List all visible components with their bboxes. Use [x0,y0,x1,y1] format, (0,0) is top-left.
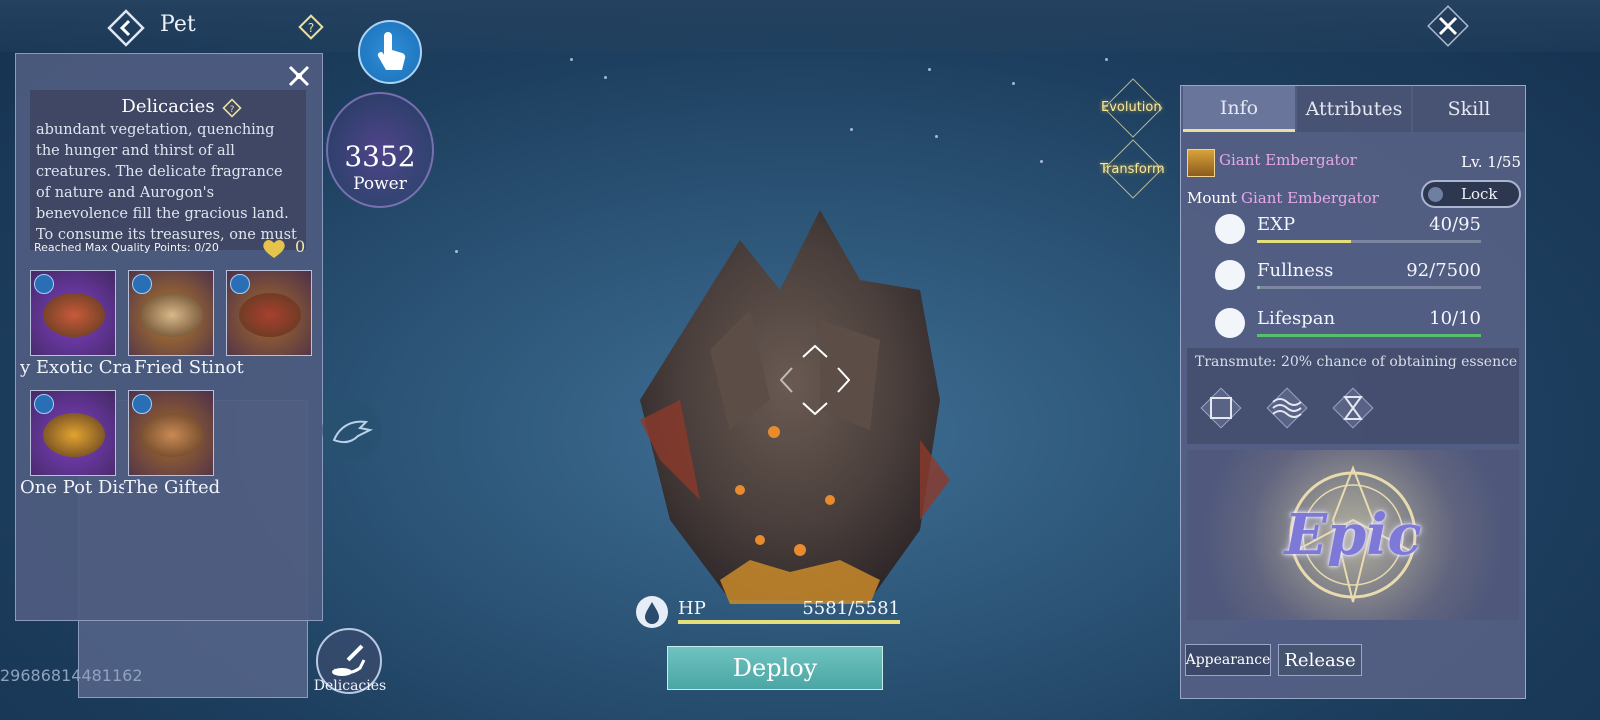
food-item-tile[interactable] [128,270,214,356]
evolution-label: Evolution [1101,100,1162,115]
appearance-button[interactable]: Appearance [1185,644,1271,676]
dish-image [141,413,203,457]
paw-badge-icon [230,274,250,294]
back-arrow-icon [107,9,145,47]
transform-label: Transform [1100,162,1165,177]
exp-icon [1215,214,1245,244]
svg-text:?: ? [308,21,314,35]
stat-name: Fullness [1257,260,1334,281]
food-item-tile[interactable] [128,390,214,476]
question-icon: ? [298,14,324,40]
top-bar [0,0,1600,52]
delicacies-title: Delicacies [121,96,215,117]
food-item-tile[interactable] [226,270,312,356]
rotate-arrows[interactable] [779,344,851,416]
help-button[interactable]: ? [298,14,324,40]
essence-square-icon[interactable] [1197,384,1245,432]
hp-drop-icon [636,596,668,628]
paw-badge-icon [132,274,152,294]
rarity-text: Epic [1284,502,1422,568]
mount-label: Mount [1187,189,1237,207]
svg-text:?: ? [230,105,235,115]
bird-icon[interactable] [322,400,382,460]
hp-value: 5581/5581 [802,598,900,619]
question-icon: ? [222,98,242,118]
description-box: Delicacies ? abundant vegetation, quench… [30,90,306,250]
deploy-button[interactable]: Deploy [667,646,883,690]
paw-badge-icon [132,394,152,414]
power-label: Power [353,174,407,194]
delicacies-panel: Delicacies ? abundant vegetation, quench… [15,53,323,621]
lock-toggle[interactable]: Lock [1421,180,1521,208]
transmute-text: Transmute: 20% chance of obtaining essen… [1195,354,1518,370]
fullness-icon [1215,260,1245,290]
heart-count: 0 [295,237,306,256]
pet-portrait-icon [1187,149,1215,177]
tab-skill[interactable]: Skill [1413,86,1525,132]
dish-image [141,293,203,337]
delicacies-description: abundant vegetation, quenching the hunge… [36,122,297,242]
lock-label: Lock [1461,185,1498,203]
hp-bar-fill [678,620,900,624]
essence-wave-icon[interactable] [1263,384,1311,432]
food-item-tile[interactable] [30,270,116,356]
stat-value: 40/95 [1429,214,1481,235]
close-icon [288,65,310,87]
lifespan-bar [1257,334,1481,337]
stat-value: 10/10 [1429,308,1481,329]
mount-name: Giant Embergator [1241,189,1379,207]
direction-arrows-icon [779,344,851,416]
transmute-box: Transmute: 20% chance of obtaining essen… [1187,348,1519,444]
toggle-knob [1428,187,1443,202]
stat-value: 92/7500 [1406,260,1481,281]
food-item-label: The Gifted [124,477,221,498]
account-id: 29686814481162 [0,666,143,685]
delicacies-close-button[interactable] [285,62,313,90]
stat-bar-fill [1257,334,1481,337]
dish-image [239,293,301,337]
tap-hand-icon [377,32,406,70]
back-button[interactable] [106,8,146,48]
stat-name: Lifespan [1257,308,1336,329]
food-item-label: One Pot Dis [20,477,124,498]
hp-label: HP [678,598,706,619]
hp-bar [678,620,900,624]
quality-points-text: Reached Max Quality Points: 0/20 [34,241,219,254]
power-value: 3352 [344,140,416,173]
release-button[interactable]: Release [1278,644,1362,676]
stat-name: EXP [1257,214,1296,235]
heart-icon [261,238,287,260]
close-button[interactable] [1420,4,1476,48]
essence-hourglass-icon[interactable] [1329,384,1377,432]
pet-info-panel: Info Attributes Skill Giant Embergator L… [1180,85,1526,699]
pet-level: Lv. 1/55 [1461,153,1521,171]
food-item-label: y Exotic Cra [20,357,132,378]
tab-attributes[interactable]: Attributes [1297,86,1411,132]
page-title: Pet [160,12,196,37]
dish-image [43,293,105,337]
stat-bar-fill [1257,240,1352,243]
delicacies-help-button[interactable]: ? [222,98,242,118]
fullness-bar [1257,286,1481,289]
stat-bar-fill [1257,286,1260,289]
lifespan-heart-icon [1215,308,1245,338]
delicacies-button-label: Delicacies [313,678,387,694]
food-item-label: Fried Stinot [134,357,244,378]
rarity-emblem: Epic [1187,450,1519,620]
tap-hint-button[interactable] [358,20,422,84]
food-item-tile[interactable] [30,390,116,476]
close-icon [1427,5,1469,47]
tab-info[interactable]: Info [1183,86,1295,132]
dish-image [43,413,105,457]
paw-badge-icon [34,394,54,414]
paw-badge-icon [34,274,54,294]
pet-name: Giant Embergator [1219,151,1357,169]
exp-bar [1257,240,1481,243]
